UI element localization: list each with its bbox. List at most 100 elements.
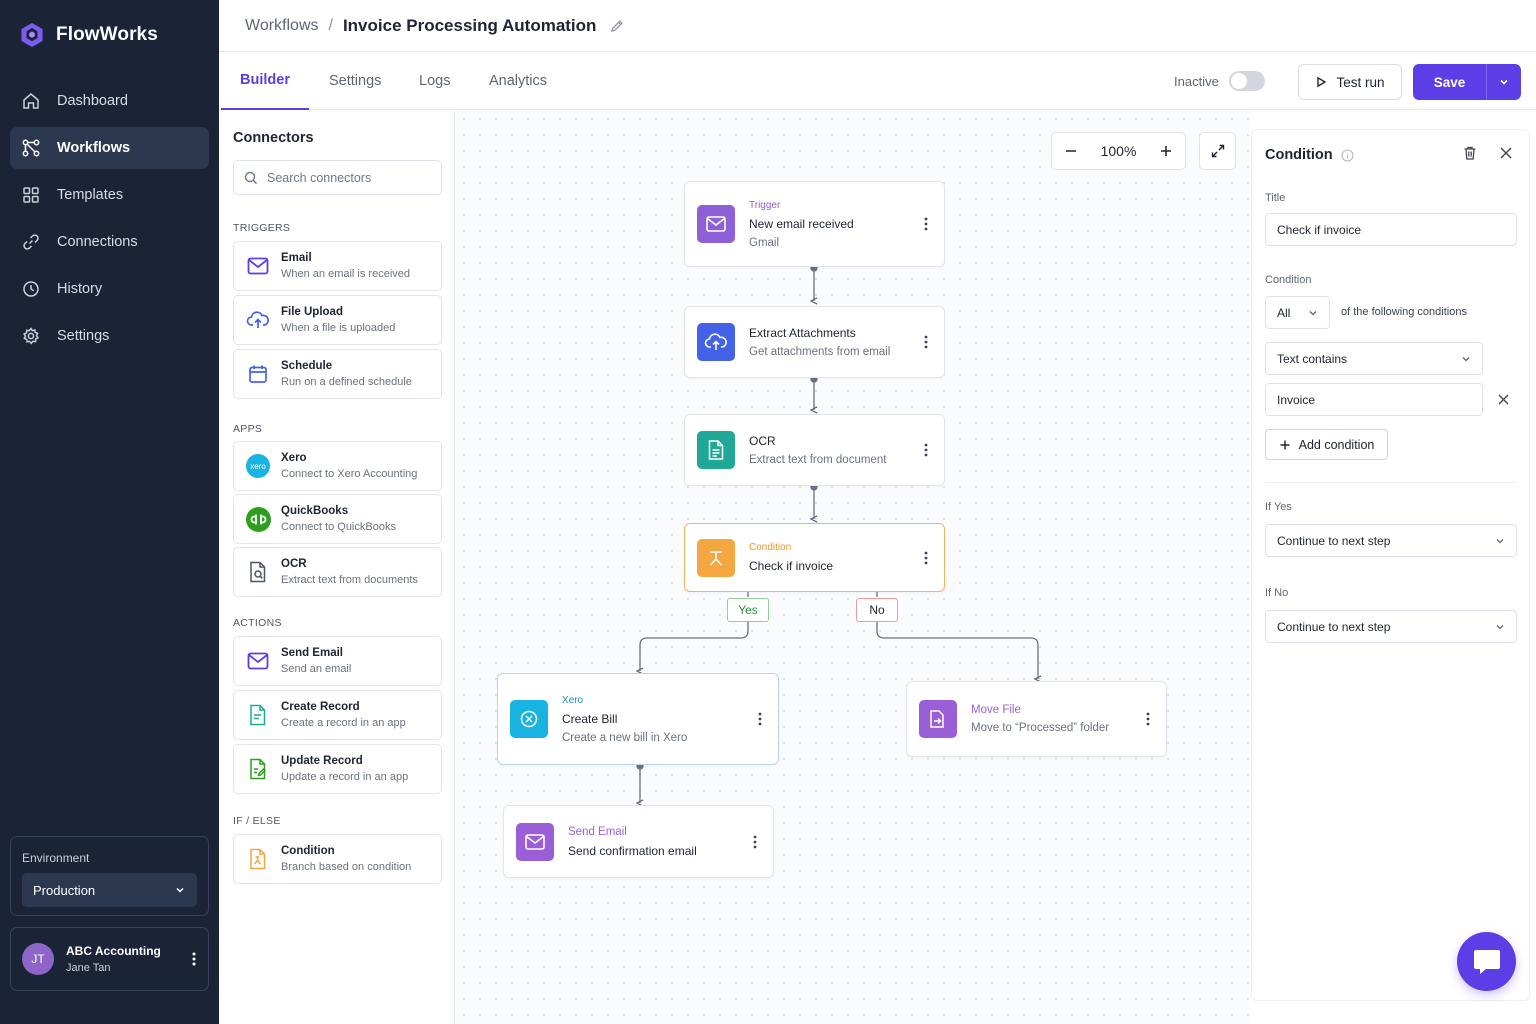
if-yes-label: If Yes	[1265, 501, 1292, 513]
sidebar-item-dashboard[interactable]: Dashboard	[10, 80, 209, 122]
connector-item-create-record[interactable]: Create Record Create a record in an app	[233, 690, 442, 740]
node-extract-attachments[interactable]: Extract Attachments Get attachments from…	[684, 306, 945, 378]
if-yes-select[interactable]: Continue to next step	[1265, 524, 1517, 557]
edit-pencil-icon[interactable]	[610, 19, 624, 33]
node-menu-button[interactable]	[750, 712, 770, 726]
if-yes-value: Continue to next step	[1277, 533, 1391, 548]
divider	[1265, 482, 1517, 483]
node-send-confirmation-email[interactable]: Send Email Send confirmation email	[503, 805, 774, 878]
node-menu-button[interactable]	[1138, 712, 1158, 726]
workflow-canvas[interactable]: 100% Trigger New email received Gmail Ex…	[456, 111, 1250, 1024]
more-vertical-icon	[924, 217, 928, 231]
document-icon	[708, 440, 724, 460]
connector-item-email[interactable]: Email When an email is received	[233, 241, 442, 291]
remove-condition-icon[interactable]	[1497, 393, 1510, 406]
breadcrumb-workflows-link[interactable]: Workflows	[245, 17, 319, 35]
connector-item-xero[interactable]: xero Xero Connect to Xero Accounting	[233, 441, 442, 491]
create-record-icon	[250, 704, 266, 726]
title-field-value: Check if invoice	[1277, 222, 1362, 237]
connector-item-condition[interactable]: Condition Branch based on condition	[233, 834, 442, 884]
zoom-in-icon[interactable]	[1159, 144, 1173, 158]
save-button[interactable]: Save	[1413, 75, 1486, 90]
if-no-select[interactable]: Continue to next step	[1265, 610, 1517, 643]
connector-item-ocr[interactable]: OCR Extract text from documents	[233, 547, 442, 597]
main-nav: Dashboard Workflows Templates Connection…	[10, 80, 209, 362]
info-icon[interactable]	[1341, 148, 1354, 162]
close-icon[interactable]	[1498, 145, 1514, 161]
zoom-out-icon[interactable]	[1064, 144, 1078, 158]
zoom-control: 100%	[1051, 132, 1186, 170]
add-condition-button[interactable]: Add condition	[1265, 429, 1388, 460]
node-kicker: Send Email	[568, 825, 627, 838]
connector-item-update-record[interactable]: Update Record Update a record in an app	[233, 744, 442, 794]
active-toggle[interactable]	[1229, 71, 1265, 91]
panel-title: Condition	[1265, 147, 1333, 163]
node-menu-button[interactable]	[916, 443, 936, 457]
sidebar-item-settings[interactable]: Settings	[10, 315, 209, 357]
tab-logs[interactable]: Logs	[419, 52, 450, 110]
panel-header: Condition	[1265, 147, 1354, 163]
environment-label: Environment	[22, 851, 90, 865]
node-xero-create-bill[interactable]: Xero Create Bill Create a new bill in Xe…	[497, 673, 779, 765]
node-title: Check if invoice	[749, 559, 834, 573]
tab-settings[interactable]: Settings	[329, 52, 381, 110]
node-menu-button[interactable]	[916, 335, 936, 349]
node-ocr[interactable]: OCR Extract text from document	[684, 414, 945, 486]
more-vertical-icon[interactable]	[191, 951, 197, 967]
more-vertical-icon	[753, 835, 757, 848]
chat-support-button[interactable]	[1457, 932, 1516, 991]
node-menu-button[interactable]	[916, 217, 936, 231]
more-vertical-icon	[1146, 712, 1150, 726]
node-move-file[interactable]: Move File Move to “Processed” folder	[906, 681, 1167, 757]
operator-select[interactable]: Text contains	[1265, 342, 1483, 375]
section-actions: ACTIONS	[233, 617, 282, 629]
sidebar-item-workflows[interactable]: Workflows	[10, 127, 209, 169]
connector-name: Send Email	[281, 647, 343, 659]
connector-item-quickbooks[interactable]: QuickBooks Connect to QuickBooks	[233, 494, 442, 544]
connector-name: Create Record	[281, 701, 360, 713]
page-title: Invoice Processing Automation	[342, 15, 597, 35]
link-icon	[23, 234, 39, 250]
node-trigger-new-email[interactable]: Trigger New email received Gmail	[684, 181, 945, 267]
search-input[interactable]	[267, 170, 427, 185]
sidebar-item-label: History	[57, 281, 103, 297]
test-run-button[interactable]: Test run	[1298, 64, 1402, 100]
if-no-value: Continue to next step	[1277, 619, 1391, 634]
node-title: Extract Attachments	[749, 326, 856, 340]
add-condition-label: Add condition	[1298, 437, 1375, 452]
sidebar: FlowWorks Dashboard Workflows Templates …	[0, 0, 219, 1024]
user-card[interactable]: JT ABC Accounting Jane Tan	[10, 927, 209, 991]
tab-builder[interactable]: Builder	[221, 52, 309, 110]
connector-item-schedule[interactable]: Schedule Run on a defined schedule	[233, 349, 442, 399]
match-mode-suffix: of the following conditions	[1341, 306, 1467, 318]
condition-value: Invoice	[1277, 392, 1316, 407]
quickbooks-logo-icon	[245, 506, 271, 532]
node-condition-check-invoice[interactable]: Condition Check if invoice	[684, 523, 945, 592]
environment-select[interactable]: Production	[22, 873, 197, 907]
connector-name: Update Record	[281, 755, 363, 767]
workflow-tabs-bar: Builder Settings Logs Analytics Inactive…	[219, 52, 1536, 110]
sidebar-item-label: Workflows	[57, 140, 131, 156]
branch-icon	[709, 550, 723, 566]
node-menu-button[interactable]	[916, 551, 936, 565]
sidebar-item-label: Settings	[57, 328, 110, 344]
connector-item-file-upload[interactable]: File Upload When a file is uploaded	[233, 295, 442, 345]
sidebar-item-templates[interactable]: Templates	[10, 174, 209, 216]
match-mode-select[interactable]: All	[1265, 296, 1330, 329]
node-menu-button[interactable]	[745, 835, 765, 849]
trash-icon[interactable]	[1462, 145, 1478, 161]
expand-icon	[1211, 144, 1224, 158]
save-options-button[interactable]	[1486, 64, 1521, 100]
grid-icon	[23, 187, 39, 203]
connectors-panel: Connectors TRIGGERS Email When an email i…	[221, 111, 455, 1024]
brand[interactable]: FlowWorks	[20, 22, 158, 48]
environment-panel: Environment Production	[10, 836, 209, 916]
connector-item-send-email[interactable]: Send Email Send an email	[233, 636, 442, 686]
sidebar-item-connections[interactable]: Connections	[10, 221, 209, 263]
tab-analytics[interactable]: Analytics	[489, 52, 547, 110]
sidebar-item-history[interactable]: History	[10, 268, 209, 310]
fullscreen-button[interactable]	[1199, 132, 1236, 170]
connector-name: QuickBooks	[281, 505, 349, 517]
condition-value-input[interactable]: Invoice	[1265, 383, 1483, 416]
title-field[interactable]: Check if invoice	[1265, 213, 1517, 246]
